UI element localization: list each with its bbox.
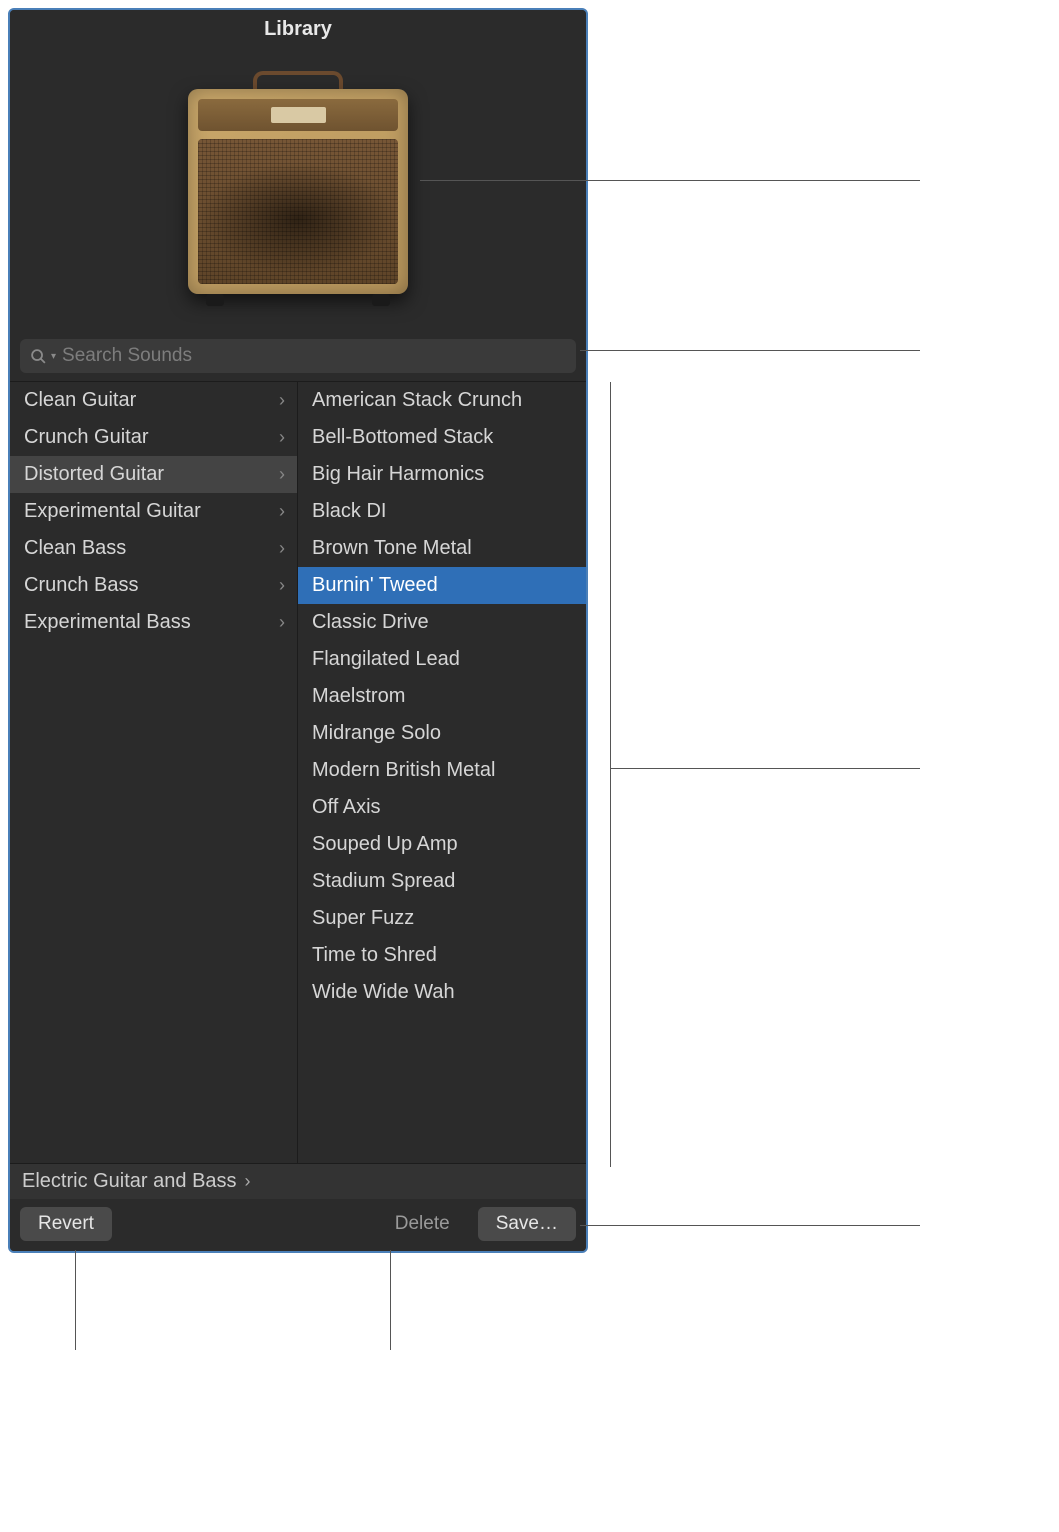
preset-label: Midrange Solo — [312, 720, 441, 747]
preset-label: Flangilated Lead — [312, 646, 460, 673]
callout-line — [580, 1225, 920, 1226]
chevron-right-icon: › — [279, 425, 285, 449]
preset-row[interactable]: Big Hair Harmonics — [298, 456, 586, 493]
chevron-right-icon: › — [279, 573, 285, 597]
category-label: Clean Bass — [24, 535, 126, 562]
preset-row[interactable]: Maelstrom — [298, 678, 586, 715]
chevron-right-icon: › — [279, 499, 285, 523]
search-input[interactable] — [62, 345, 566, 367]
preset-label: Black DI — [312, 498, 386, 525]
preset-label: Maelstrom — [312, 683, 405, 710]
preset-row[interactable]: Midrange Solo — [298, 715, 586, 752]
preset-row[interactable]: Flangilated Lead — [298, 641, 586, 678]
save-button[interactable]: Save… — [478, 1207, 576, 1241]
revert-button[interactable]: Revert — [20, 1207, 112, 1241]
preset-row[interactable]: Off Axis — [298, 789, 586, 826]
preset-label: Off Axis — [312, 794, 381, 821]
preset-row[interactable]: Black DI — [298, 493, 586, 530]
preset-row[interactable]: Stadium Spread — [298, 863, 586, 900]
sound-browser: Clean Guitar›Crunch Guitar›Distorted Gui… — [10, 381, 586, 1163]
preset-row[interactable]: Burnin' Tweed — [298, 567, 586, 604]
footer-bar: Revert Delete Save… — [10, 1199, 586, 1251]
search-filter-chevron-icon[interactable]: ▾ — [51, 351, 56, 362]
preset-label: Wide Wide Wah — [312, 979, 455, 1006]
callout-line — [610, 382, 611, 1167]
amplifier-icon — [188, 71, 408, 306]
preset-row[interactable]: Brown Tone Metal — [298, 530, 586, 567]
breadcrumb-label: Electric Guitar and Bass — [22, 1170, 237, 1193]
preset-row[interactable]: American Stack Crunch — [298, 382, 586, 419]
category-label: Distorted Guitar — [24, 461, 164, 488]
category-row[interactable]: Clean Bass › — [10, 530, 297, 567]
chevron-right-icon: › — [279, 388, 285, 412]
chevron-right-icon: › — [279, 536, 285, 560]
preset-label: Souped Up Amp — [312, 831, 458, 858]
breadcrumb[interactable]: Electric Guitar and Bass › — [10, 1163, 586, 1199]
preset-label: Big Hair Harmonics — [312, 461, 484, 488]
instrument-icon-area — [10, 41, 586, 335]
category-row[interactable]: Experimental Guitar › — [10, 493, 297, 530]
preset-row[interactable]: Classic Drive — [298, 604, 586, 641]
callout-line — [390, 1250, 391, 1350]
callout-line — [580, 350, 920, 351]
category-row[interactable]: Crunch Guitar › — [10, 419, 297, 456]
preset-column: American Stack Crunch Bell-Bottomed Stack… — [298, 382, 586, 1163]
category-row[interactable]: Clean Guitar › — [10, 382, 297, 419]
preset-row[interactable]: Bell-Bottomed Stack — [298, 419, 586, 456]
preset-row[interactable]: Modern British Metal — [298, 752, 586, 789]
preset-row[interactable]: Souped Up Amp — [298, 826, 586, 863]
preset-label: Modern British Metal — [312, 757, 495, 784]
preset-row[interactable]: Wide Wide Wah — [298, 974, 586, 1011]
category-row[interactable]: Distorted Guitar › — [10, 456, 297, 493]
category-label: Crunch Guitar — [24, 424, 149, 451]
category-label: Clean Guitar — [24, 387, 136, 414]
preset-label: Stadium Spread — [312, 868, 455, 895]
category-label: Crunch Bass — [24, 572, 139, 599]
callout-line — [75, 1250, 76, 1350]
preset-label: Bell-Bottomed Stack — [312, 424, 493, 451]
chevron-right-icon: › — [245, 1171, 251, 1192]
preset-label: Brown Tone Metal — [312, 535, 472, 562]
preset-label: Time to Shred — [312, 942, 437, 969]
delete-button[interactable]: Delete — [377, 1207, 468, 1241]
search-icon — [30, 348, 47, 365]
preset-label: Classic Drive — [312, 609, 429, 636]
category-label: Experimental Guitar — [24, 498, 201, 525]
preset-row[interactable]: Time to Shred — [298, 937, 586, 974]
callout-line — [610, 768, 920, 769]
preset-label: Super Fuzz — [312, 905, 414, 932]
category-row[interactable]: Crunch Bass › — [10, 567, 297, 604]
chevron-right-icon: › — [279, 610, 285, 634]
category-row[interactable]: Experimental Bass › — [10, 604, 297, 641]
category-column: Clean Guitar›Crunch Guitar›Distorted Gui… — [10, 382, 298, 1163]
preset-row[interactable]: Super Fuzz — [298, 900, 586, 937]
library-title: Library — [264, 10, 332, 41]
library-panel: Library ▾ Clean Guitar›Crunch Guitar›Dis… — [8, 8, 588, 1253]
chevron-right-icon: › — [279, 462, 285, 486]
preset-label: American Stack Crunch — [312, 387, 522, 414]
callout-line — [420, 180, 920, 181]
library-header: Library — [10, 10, 586, 335]
search-bar[interactable]: ▾ — [20, 339, 576, 373]
category-label: Experimental Bass — [24, 609, 191, 636]
preset-label: Burnin' Tweed — [312, 572, 438, 599]
